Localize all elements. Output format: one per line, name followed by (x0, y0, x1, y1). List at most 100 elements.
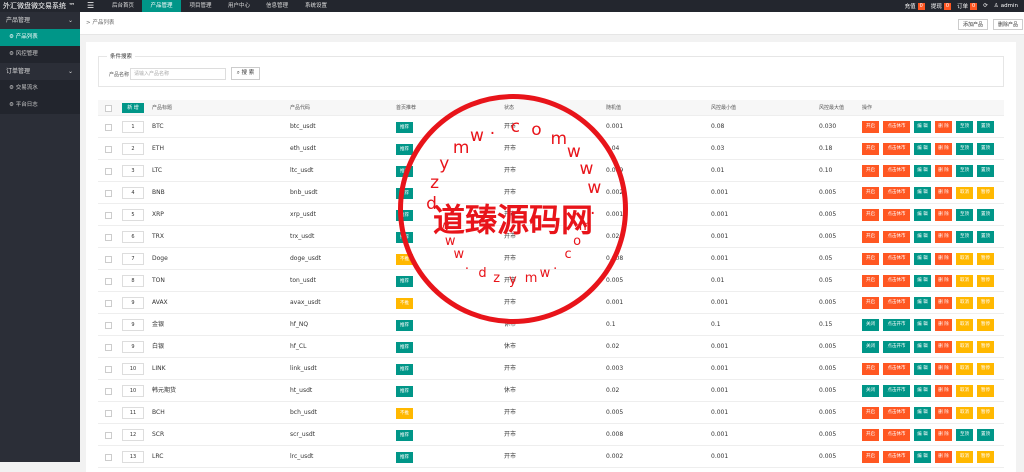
row-action-button[interactable]: 暂停 (977, 407, 994, 419)
row-action-button[interactable]: 删 除 (935, 429, 952, 441)
row-action-button[interactable]: 开启 (862, 165, 879, 177)
row-action-button[interactable]: 至顶 (956, 165, 973, 177)
search-input[interactable]: 请输入产品名称 (130, 68, 226, 80)
select-all-checkbox[interactable] (105, 105, 112, 112)
recommend-badge[interactable]: 推荐 (396, 364, 413, 375)
row-checkbox[interactable] (105, 322, 112, 329)
sort-order-input[interactable]: 9 (122, 341, 144, 353)
withdraw-link[interactable]: 提现 0 (931, 2, 952, 10)
sort-order-input[interactable]: 4 (122, 187, 144, 199)
recommend-badge[interactable]: 推荐 (396, 320, 413, 331)
row-action-button[interactable]: 删 除 (935, 407, 952, 419)
row-action-button[interactable]: 开启 (862, 143, 879, 155)
row-action-button[interactable]: 点击休市 (883, 121, 910, 133)
row-action-button[interactable]: 点击休市 (883, 165, 910, 177)
row-action-button[interactable]: 暂停 (977, 297, 994, 309)
sort-order-input[interactable]: 10 (122, 363, 144, 375)
row-action-button[interactable]: 编 辑 (914, 165, 931, 177)
row-action-button[interactable]: 点击休市 (883, 363, 910, 375)
row-action-button[interactable]: 取消 (956, 297, 973, 309)
row-action-button[interactable]: 删 除 (935, 363, 952, 375)
row-action-button[interactable]: 取消 (956, 385, 973, 397)
row-action-button[interactable]: 点击开市 (883, 341, 910, 353)
row-action-button[interactable]: 删 除 (935, 451, 952, 463)
row-checkbox[interactable] (105, 124, 112, 131)
recommend-badge[interactable]: 推荐 (396, 166, 413, 177)
row-action-button[interactable]: 删 除 (935, 319, 952, 331)
row-action-button[interactable]: 开启 (862, 407, 879, 419)
row-action-button[interactable]: 取消 (956, 187, 973, 199)
row-action-button[interactable]: 编 辑 (914, 341, 931, 353)
hamburger-icon[interactable]: ☰ (87, 0, 94, 12)
sort-order-input[interactable]: 5 (122, 209, 144, 221)
sidebar-group-orders[interactable]: 订单管理 ⌄ (0, 63, 80, 80)
row-action-button[interactable]: 置顶 (977, 121, 994, 133)
row-action-button[interactable]: 点击休市 (883, 253, 910, 265)
row-action-button[interactable]: 编 辑 (914, 429, 931, 441)
sort-order-input[interactable]: 9 (122, 319, 144, 331)
row-action-button[interactable]: 暂停 (977, 341, 994, 353)
row-action-button[interactable]: 取消 (956, 275, 973, 287)
row-action-button[interactable]: 点击休市 (883, 231, 910, 243)
sidebar-group-products[interactable]: 产品管理 ⌄ (0, 12, 80, 29)
row-action-button[interactable]: 删 除 (935, 275, 952, 287)
row-action-button[interactable]: 编 辑 (914, 363, 931, 375)
sidebar-item-transactions[interactable]: ⚙ 交易流水 (0, 80, 80, 97)
nav-projects[interactable]: 项目管理 (181, 0, 220, 12)
recharge-link[interactable]: 充值 0 (905, 2, 925, 10)
row-action-button[interactable]: 至顶 (956, 231, 973, 243)
row-action-button[interactable]: 暂停 (977, 385, 994, 397)
nav-home[interactable]: 后台首页 (104, 0, 142, 12)
row-action-button[interactable]: 取消 (956, 253, 973, 265)
row-checkbox[interactable] (105, 300, 112, 307)
row-action-button[interactable]: 开启 (862, 231, 879, 243)
recommend-badge[interactable]: 推荐 (396, 430, 413, 441)
row-action-button[interactable]: 开启 (862, 429, 879, 441)
row-action-button[interactable]: 删 除 (935, 209, 952, 221)
row-action-button[interactable]: 取消 (956, 363, 973, 375)
sort-order-input[interactable]: 2 (122, 143, 144, 155)
row-action-button[interactable]: 开启 (862, 209, 879, 221)
row-action-button[interactable]: 编 辑 (914, 209, 931, 221)
recommend-badge[interactable]: 推荐 (396, 452, 413, 463)
row-action-button[interactable]: 取消 (956, 319, 973, 331)
row-action-button[interactable]: 关闭 (862, 385, 879, 397)
sort-order-input[interactable]: 10 (122, 385, 144, 397)
row-checkbox[interactable] (105, 278, 112, 285)
sort-order-input[interactable]: 1 (122, 121, 144, 133)
row-checkbox[interactable] (105, 432, 112, 439)
row-action-button[interactable]: 点击休市 (883, 297, 910, 309)
user-menu[interactable]: ♙ admin (994, 3, 1018, 9)
row-action-button[interactable]: 暂停 (977, 363, 994, 375)
row-checkbox[interactable] (105, 190, 112, 197)
row-action-button[interactable]: 至顶 (956, 429, 973, 441)
recommend-badge[interactable]: 不推 (396, 298, 413, 309)
row-action-button[interactable]: 编 辑 (914, 253, 931, 265)
row-checkbox[interactable] (105, 366, 112, 373)
row-action-button[interactable]: 点击休市 (883, 407, 910, 419)
sidebar-item-product-list[interactable]: ⚙ 产品列表 (0, 29, 80, 46)
row-action-button[interactable]: 点击休市 (883, 451, 910, 463)
row-action-button[interactable]: 编 辑 (914, 231, 931, 243)
sort-order-input[interactable]: 9 (122, 297, 144, 309)
row-action-button[interactable]: 删 除 (935, 187, 952, 199)
row-action-button[interactable]: 点击开市 (883, 385, 910, 397)
orders-link[interactable]: 订单 0 (957, 2, 978, 10)
delete-product-button[interactable]: 删除产品 (993, 19, 1024, 30)
sidebar-item-logs[interactable]: ⚙ 平台日志 (0, 97, 80, 114)
row-action-button[interactable]: 取消 (956, 451, 973, 463)
sort-order-input[interactable]: 13 (122, 451, 144, 463)
row-action-button[interactable]: 至顶 (956, 143, 973, 155)
row-action-button[interactable]: 编 辑 (914, 297, 931, 309)
row-action-button[interactable]: 点击休市 (883, 429, 910, 441)
sort-order-input[interactable]: 7 (122, 253, 144, 265)
row-action-button[interactable]: 暂停 (977, 253, 994, 265)
search-button[interactable]: ⌕ 搜 索 (231, 67, 260, 80)
row-action-button[interactable]: 取消 (956, 341, 973, 353)
row-action-button[interactable]: 编 辑 (914, 121, 931, 133)
recommend-badge[interactable]: 推荐 (396, 144, 413, 155)
row-action-button[interactable]: 开启 (862, 363, 879, 375)
row-action-button[interactable]: 关闭 (862, 341, 879, 353)
row-checkbox[interactable] (105, 168, 112, 175)
recommend-badge[interactable]: 推荐 (396, 122, 413, 133)
